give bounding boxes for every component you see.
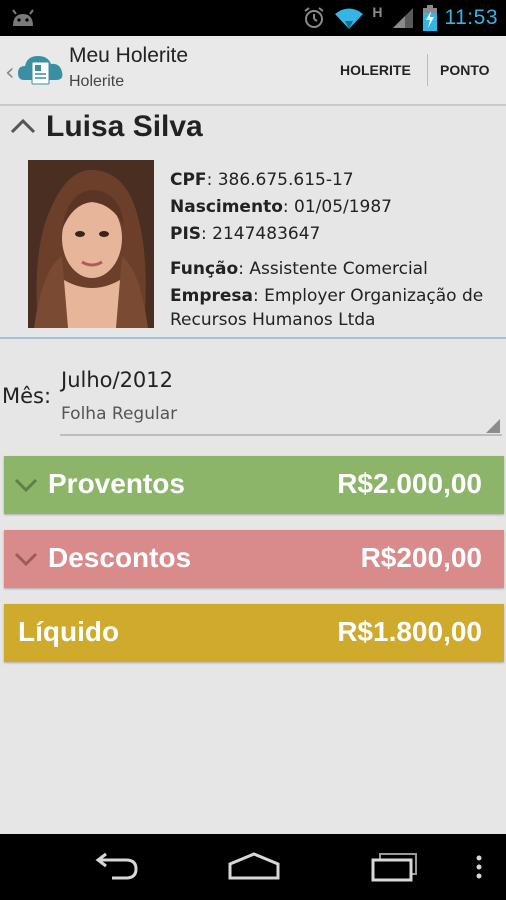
funcao-value: Assistente Comercial (249, 259, 428, 279)
funcao-label: Função (170, 259, 239, 279)
month-value[interactable]: Julho/2012 (61, 368, 173, 392)
holerite-action-button[interactable]: HOLERITE (340, 36, 411, 104)
home-icon[interactable] (226, 850, 282, 882)
clock-time: 11:53 (444, 6, 498, 29)
chevron-down-icon[interactable] (12, 544, 40, 572)
cpf-label: CPF (170, 170, 207, 190)
liquido-row: Líquido R$1.800,00 (4, 604, 504, 662)
status-bar: H 11:53 (0, 0, 506, 36)
dropdown-arrow-icon[interactable] (486, 419, 500, 433)
recent-apps-icon[interactable] (370, 852, 420, 882)
main-content: Luisa Silva CPF: 386.675.615-17 Nascimen… (0, 106, 506, 834)
cpf-row: CPF: 386.675.615-17 (170, 170, 354, 190)
battery-charging-icon (422, 5, 437, 31)
cpf-value: 386.675.615-17 (217, 170, 354, 190)
month-label: Mês: (2, 384, 52, 408)
proventos-label: Proventos (48, 468, 185, 499)
up-navigation-icon[interactable]: ‹ (5, 58, 15, 86)
chevron-down-icon[interactable] (12, 470, 40, 498)
descontos-label: Descontos (48, 542, 192, 573)
empresa-label: Empresa (170, 286, 253, 306)
empresa-value-line1: Employer Organização de (264, 286, 484, 306)
network-type-label: H (372, 4, 383, 20)
descontos-amount: R$200,00 (360, 542, 482, 573)
page-title: Meu Holerite (69, 44, 189, 67)
liquido-label: Líquido (18, 616, 120, 647)
proventos-amount: R$2.000,00 (337, 468, 482, 499)
empresa-row: Empresa: Employer Organização de (170, 286, 484, 306)
chevron-up-icon[interactable] (8, 112, 38, 142)
spinner-underline (60, 434, 502, 436)
wifi-icon (335, 8, 364, 29)
system-navigation-bar (0, 834, 506, 900)
payroll-type[interactable]: Folha Regular (61, 404, 177, 424)
alarm-icon (304, 7, 324, 28)
funcao-row: Função: Assistente Comercial (170, 259, 428, 279)
action-divider (427, 54, 428, 86)
action-bar: ‹ Meu Holerite Holerite HOLERITE PONTO (0, 36, 506, 106)
nascimento-label: Nascimento (170, 197, 283, 217)
descontos-row[interactable]: Descontos R$200,00 (4, 530, 504, 588)
back-icon[interactable] (86, 852, 140, 882)
nascimento-row: Nascimento: 01/05/1987 (170, 197, 392, 217)
liquido-amount: R$1.800,00 (337, 616, 482, 647)
overflow-menu-icon[interactable] (474, 854, 484, 880)
proventos-row[interactable]: Proventos R$2.000,00 (4, 456, 504, 514)
signal-icon (392, 8, 413, 28)
nascimento-value: 01/05/1987 (294, 197, 392, 217)
app-logo-icon[interactable] (18, 50, 64, 90)
section-divider (0, 337, 506, 339)
pis-label: PIS (170, 224, 202, 244)
pis-row: PIS: 2147483647 (170, 224, 321, 244)
employee-photo (28, 160, 154, 328)
pis-value: 2147483647 (212, 224, 321, 244)
employee-name: Luisa Silva (46, 110, 203, 143)
empresa-value-line2: Recursos Humanos Ltda (170, 310, 376, 330)
ponto-action-button[interactable]: PONTO (440, 36, 490, 104)
page-subtitle: Holerite (69, 73, 125, 90)
android-icon (12, 9, 34, 26)
